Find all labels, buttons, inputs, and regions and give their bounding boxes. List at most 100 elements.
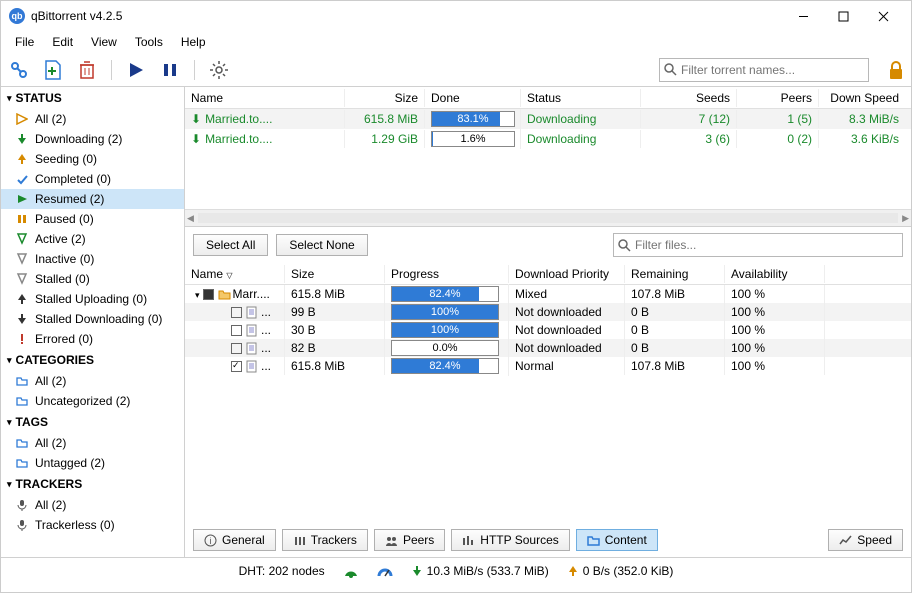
files-table: Name ▽ Size Progress Download Priority R… [185,263,911,375]
chevron-down-icon[interactable]: ▾ [195,290,200,300]
file-row[interactable]: ...30 B100%Not downloaded0 B100 % [185,321,911,339]
checkbox[interactable] [231,307,242,318]
sidebar-item[interactable]: Stalled (0) [1,269,184,289]
checkbox[interactable] [231,361,242,372]
sidebar-item-label: All (2) [35,498,66,512]
torrent-table-header[interactable]: Name Size Done Status Seeds Peers Down S… [185,87,911,109]
file-filter-box[interactable] [613,233,903,257]
folder-icon [587,534,600,547]
http-icon [462,534,475,547]
file-row[interactable]: ...99 B100%Not downloaded0 B100 % [185,303,911,321]
sidebar-item[interactable]: Stalled Downloading (0) [1,309,184,329]
sidebar-item[interactable]: Downloading (2) [1,129,184,149]
tab-trackers[interactable]: Trackers [282,529,368,551]
tab-speed[interactable]: Speed [828,529,903,551]
col-seeds[interactable]: Seeds [641,89,737,107]
fcol-priority[interactable]: Download Priority [509,265,625,283]
col-status[interactable]: Status [521,89,641,107]
pause-button[interactable] [158,58,182,82]
lock-icon[interactable] [887,60,905,80]
sidebar-item[interactable]: Untagged (2) [1,453,184,473]
file-row[interactable]: ...615.8 MiB82.4%Normal107.8 MiB100 % [185,357,911,375]
files-table-header[interactable]: Name ▽ Size Progress Download Priority R… [185,263,911,285]
trackers-section-header[interactable]: ▾TRACKERS [1,473,184,495]
toolbar-divider [194,60,195,80]
col-size[interactable]: Size [345,89,425,107]
torrent-name: Married.to.... [205,112,272,126]
file-row[interactable]: ...82 B0.0%Not downloaded0 B100 % [185,339,911,357]
sidebar-item[interactable]: All (2) [1,371,184,391]
close-button[interactable] [863,4,903,28]
select-all-button[interactable]: Select All [193,234,268,256]
sidebar-item[interactable]: Resumed (2) [1,189,184,209]
checkbox[interactable] [203,289,214,300]
torrent-row[interactable]: ⬇Married.to....615.8 MiB83.1%Downloading… [185,109,911,129]
tab-http-sources[interactable]: HTTP Sources [451,529,569,551]
col-name[interactable]: Name [185,89,345,107]
add-file-button[interactable] [41,58,65,82]
minimize-button[interactable] [783,4,823,28]
sidebar-item[interactable]: Uncategorized (2) [1,391,184,411]
sidebar-item[interactable]: All (2) [1,109,184,129]
sidebar-item[interactable]: Seeding (0) [1,149,184,169]
fcol-progress[interactable]: Progress [385,265,509,283]
sidebar-item[interactable]: Inactive (0) [1,249,184,269]
sidebar-item[interactable]: Stalled Uploading (0) [1,289,184,309]
file-row[interactable]: ▾Marr....615.8 MiB82.4%Mixed107.8 MiB100… [185,285,911,303]
sidebar-item[interactable]: Errored (0) [1,329,184,349]
file-availability: 100 % [725,339,825,357]
col-peers[interactable]: Peers [737,89,819,107]
categories-section-header[interactable]: ▾CATEGORIES [1,349,184,371]
menu-file[interactable]: File [7,33,42,51]
upload-speed[interactable]: 0 B/s (352.0 KiB) [567,564,674,578]
fcol-remaining[interactable]: Remaining [625,265,725,283]
delete-button[interactable] [75,58,99,82]
menu-edit[interactable]: Edit [44,33,81,51]
checkbox[interactable] [231,325,242,336]
sidebar-item[interactable]: Paused (0) [1,209,184,229]
tags-section-header[interactable]: ▾TAGS [1,411,184,433]
torrent-status: Downloading [521,110,641,128]
network-icon[interactable] [343,564,359,578]
settings-button[interactable] [207,58,231,82]
sidebar-item[interactable]: All (2) [1,433,184,453]
horizontal-scrollbar[interactable]: ◀▶ [185,209,911,226]
menu-tools[interactable]: Tools [127,33,171,51]
fcol-availability[interactable]: Availability [725,265,825,283]
sidebar-item-label: All (2) [35,112,66,126]
sidebar-item[interactable]: Active (2) [1,229,184,249]
torrent-status: Downloading [521,130,641,148]
speed-limit-icon[interactable] [377,564,393,578]
tab-peers[interactable]: Peers [374,529,445,551]
sidebar-item[interactable]: All (2) [1,495,184,515]
tab-general[interactable]: iGeneral [193,529,276,551]
toolbar [1,53,911,87]
torrent-filter-input[interactable] [677,63,864,77]
search-icon [618,239,631,252]
status-section-header[interactable]: ▾STATUS [1,87,184,109]
sidebar-item-label: Trackerless (0) [35,518,115,532]
fcol-size[interactable]: Size [285,265,385,283]
col-dspeed[interactable]: Down Speed [819,89,905,107]
file-priority: Not downloaded [509,339,625,357]
toolbar-divider [111,60,112,80]
add-link-button[interactable] [7,58,31,82]
col-done[interactable]: Done [425,89,521,107]
maximize-button[interactable] [823,4,863,28]
file-filter-input[interactable] [631,238,898,252]
torrent-size: 1.29 GiB [345,130,425,148]
fcol-name[interactable]: Name ▽ [185,265,285,283]
tab-content[interactable]: Content [576,529,658,551]
resume-button[interactable] [124,58,148,82]
torrent-filter-box[interactable] [659,58,869,82]
menu-help[interactable]: Help [173,33,214,51]
torrent-row[interactable]: ⬇Married.to....1.29 GiB1.6%Downloading3 … [185,129,911,149]
sidebar-item[interactable]: Completed (0) [1,169,184,189]
checkbox[interactable] [231,343,242,354]
sidebar-item[interactable]: Trackerless (0) [1,515,184,535]
select-none-button[interactable]: Select None [276,234,367,256]
download-speed[interactable]: 10.3 MiB/s (533.7 MiB) [411,564,549,578]
menu-view[interactable]: View [83,33,125,51]
sidebar-item-label: Inactive (0) [35,252,94,266]
status-icon [15,374,29,388]
